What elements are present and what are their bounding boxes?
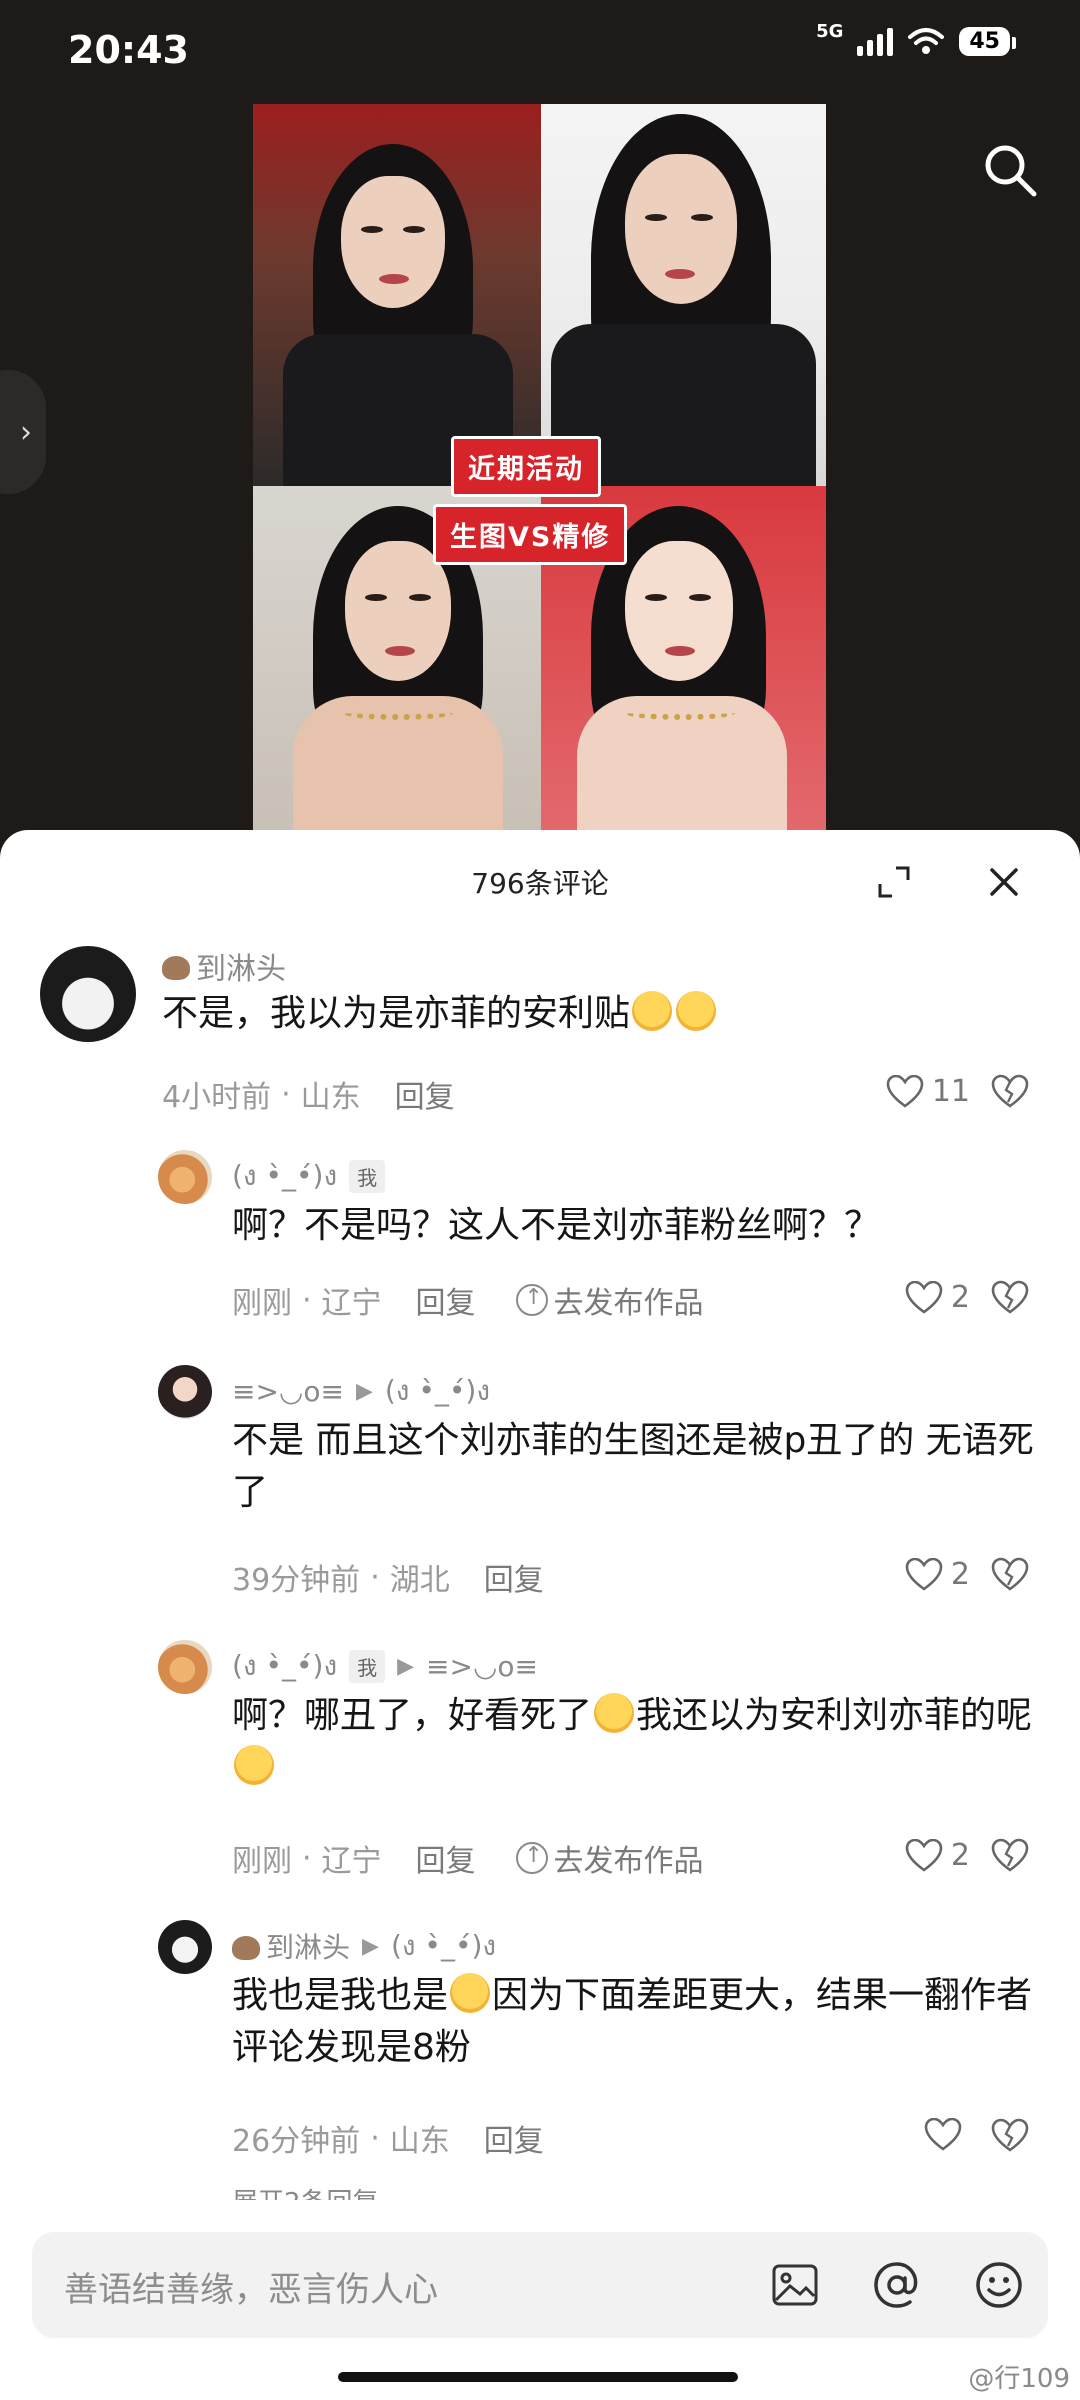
reply-button[interactable]: 回复 <box>484 2116 544 2160</box>
comments-header: 796条评论 <box>0 830 1080 920</box>
like-button[interactable] <box>924 2118 970 2152</box>
avatar[interactable] <box>158 1640 212 1694</box>
poop-emoji-icon <box>232 1936 260 1960</box>
expand-replies-button[interactable]: 展开2条回复 <box>232 2182 379 2200</box>
avatar[interactable] <box>158 1365 212 1419</box>
battery-indicator: 45 <box>959 26 1016 56</box>
network-type: 5G <box>816 20 844 42</box>
banner-recent-activity: 近期活动 <box>451 436 601 497</box>
comment-meta: 4小时前 · 山东 回复 <box>162 1072 455 1116</box>
heart-icon <box>905 1838 943 1872</box>
comment-username[interactable]: (ง •̀_•́)ง 我 ▶ ≡>◡o≡ <box>232 1644 538 1688</box>
photo-top-left <box>253 104 541 486</box>
broken-heart-icon[interactable] <box>990 2118 1030 2154</box>
banner-raw-vs-retouch: 生图VS精修 <box>433 504 628 565</box>
avatar[interactable] <box>158 1150 212 1204</box>
reply-button[interactable]: 回复 <box>416 1278 476 1322</box>
broken-heart-icon[interactable] <box>990 1280 1030 1316</box>
comment-username[interactable]: ≡>◡o≡ ▶ (ง •̀_•́)ง <box>232 1369 490 1413</box>
comments-list: 到淋头 不是，我以为是亦菲的安利贴 4小时前 · 山东 回复 11 (ง •̀_•́… <box>0 920 1080 2200</box>
reply-arrow-icon: ▶ <box>362 1933 379 1959</box>
poop-emoji-icon <box>162 956 190 980</box>
broken-heart-icon[interactable] <box>990 1557 1030 1593</box>
status-time: 20:43 <box>68 28 189 72</box>
comment-meta: 26分钟前 · 山东 回复 <box>232 2116 544 2160</box>
publish-work-button[interactable]: 去发布作品 <box>515 1836 704 1880</box>
avatar[interactable] <box>158 1920 212 1974</box>
like-button[interactable]: 2 <box>905 1280 970 1315</box>
reply-arrow-icon: ▶ <box>397 1653 415 1679</box>
comment-username[interactable]: 到淋头 <box>162 944 286 988</box>
reply-button[interactable]: 回复 <box>484 1555 544 1599</box>
wifi-icon <box>908 28 945 54</box>
status-bar: 20:43 5G 45 <box>0 0 1080 100</box>
signal-icon <box>857 26 894 56</box>
heart-icon <box>886 1074 924 1108</box>
comment-meta: 刚刚·辽宁 回复 去发布作品 <box>232 1278 704 1322</box>
comment-text: 我也是我也是 因为下面差距更大，结果一翻作者评论发现是8粉 <box>232 1973 1033 2069</box>
status-icons: 5G 45 <box>816 21 1016 56</box>
heart-icon <box>905 1557 943 1591</box>
upload-icon <box>515 1284 548 1316</box>
video-area[interactable]: › 近期活动 生图VS精修 <box>0 100 1080 840</box>
upload-icon <box>515 1842 548 1874</box>
reply-button[interactable]: 回复 <box>395 1072 455 1116</box>
comment-input-bar[interactable]: 善语结善缘，恶言伤人心 <box>32 2232 1048 2338</box>
comment-username[interactable]: (ง •̀_•́)ง 我 <box>232 1154 386 1198</box>
photo-collage: 近期活动 生图VS精修 <box>253 104 826 840</box>
comments-count-title: 796条评论 <box>471 867 609 900</box>
comment-text: 不是，我以为是亦菲的安利贴 <box>162 988 1022 1040</box>
pleading-face-emoji-icon <box>676 991 717 1031</box>
heart-icon <box>924 2118 962 2151</box>
pleading-face-emoji-icon <box>632 991 673 1031</box>
reply-button[interactable]: 回复 <box>416 1836 476 1880</box>
comment-text: 啊？哪丑了，好看死了 我还以为安利刘亦菲的呢 <box>232 1690 1052 1794</box>
comment-text: 不是 而且这个刘亦菲的生图还是被p丑了的 无语死了 <box>232 1420 1034 1514</box>
rolling-laughing-emoji-icon <box>234 1745 274 1786</box>
comment-input-placeholder[interactable]: 善语结善缘，恶言伤人心 <box>64 2262 438 2311</box>
home-indicator[interactable] <box>338 2372 738 2382</box>
avatar[interactable] <box>40 946 136 1042</box>
comments-sheet: 796条评论 到淋头 不是，我以为是亦菲的安利贴 4小时前 · 山东 回复 11… <box>0 830 1080 2400</box>
like-button[interactable]: 2 <box>905 1557 970 1592</box>
like-button[interactable]: 11 <box>886 1074 970 1109</box>
weibo-watermark: @行109 <box>968 2364 1070 2394</box>
comment-text: 啊？不是吗？这人不是刘亦菲粉丝啊？？ <box>232 1205 881 1246</box>
comment-username[interactable]: 到淋头 ▶ (ง •̀_•́)ง <box>232 1924 496 1968</box>
heart-icon <box>905 1280 943 1314</box>
me-tag: 我 <box>349 1159 386 1193</box>
broken-heart-icon[interactable] <box>990 1838 1030 1874</box>
reply-arrow-icon: ▶ <box>355 1378 373 1404</box>
comment-meta: 39分钟前 · 湖北 回复 <box>232 1555 544 1599</box>
image-icon[interactable] <box>770 2260 820 2310</box>
comment-meta: 刚刚·辽宁 回复 去发布作品 <box>232 1836 704 1880</box>
chevron-right-icon: › <box>20 414 32 450</box>
like-button[interactable]: 2 <box>905 1838 970 1873</box>
search-icon[interactable] <box>980 140 1040 200</box>
me-tag: 我 <box>349 1649 386 1683</box>
photo-top-right <box>541 104 826 486</box>
at-icon[interactable] <box>872 2260 922 2310</box>
side-panel-tab[interactable]: › <box>0 370 46 494</box>
publish-work-button[interactable]: 去发布作品 <box>515 1278 704 1322</box>
emoji-icon[interactable] <box>974 2260 1024 2310</box>
close-icon[interactable] <box>986 864 1022 900</box>
expand-icon[interactable] <box>876 864 912 900</box>
broken-heart-icon[interactable] <box>990 1074 1030 1110</box>
star-struck-emoji-icon <box>594 1693 635 1733</box>
pleading-face-emoji-icon <box>450 1973 491 2013</box>
